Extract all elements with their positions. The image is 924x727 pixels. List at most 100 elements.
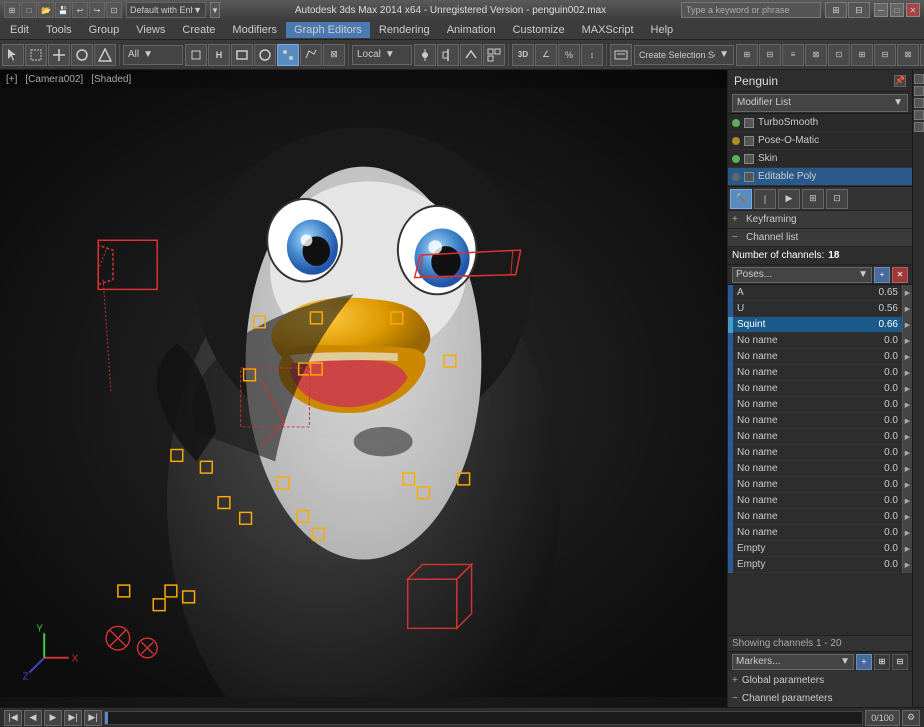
close-button[interactable]: ✕ [906, 3, 920, 17]
menu-edit[interactable]: Edit [2, 22, 37, 38]
extra-icon[interactable]: ⊡ [106, 2, 122, 18]
modifier-skin[interactable]: Skin [728, 150, 912, 168]
channel-arrow-7[interactable]: ▶ [902, 397, 912, 413]
menu-group[interactable]: Group [81, 22, 128, 38]
selection-filter-dropdown[interactable]: All ▼ [123, 45, 183, 65]
spinner-snap-btn[interactable]: ↕ [581, 44, 603, 66]
channel-arrow-17[interactable]: ▶ [902, 557, 912, 573]
markers-btn2[interactable]: ⊞ [874, 654, 890, 670]
tab-anim[interactable]: ▶ [778, 189, 800, 209]
open-icon[interactable]: 📂 [38, 2, 54, 18]
select-tool-btn[interactable] [2, 44, 24, 66]
rotate-btn[interactable] [71, 44, 93, 66]
layer-btn2[interactable]: ⊟ [759, 44, 781, 66]
select-object-btn[interactable] [185, 44, 207, 66]
channel-row-u[interactable]: U 0.56 ▶ [728, 301, 912, 317]
keyframing-expand[interactable]: + [732, 214, 742, 225]
menu-graph-editors[interactable]: Graph Editors [286, 22, 370, 38]
channel-arrow-1[interactable]: ▶ [902, 301, 912, 317]
layer-btn3[interactable]: ≡ [782, 44, 804, 66]
channel-row-a[interactable]: A 0.65 ▶ [728, 285, 912, 301]
far-right-btn2[interactable] [914, 86, 924, 96]
mod-checkbox[interactable] [744, 118, 754, 128]
poses-add-btn[interactable]: + [874, 267, 890, 283]
channel-row-5[interactable]: No name 0.0 ▶ [728, 365, 912, 381]
pin-icon[interactable]: 📌 [894, 75, 906, 87]
tab-hammer[interactable]: 🔨 [730, 189, 752, 209]
channel-arrow-3[interactable]: ▶ [902, 333, 912, 349]
layer-btn5[interactable]: ⊡ [828, 44, 850, 66]
tab-display[interactable]: | [754, 189, 776, 209]
channel-row-8[interactable]: No name 0.0 ▶ [728, 413, 912, 429]
tab-motion[interactable]: ⊡ [826, 189, 848, 209]
channel-row-12[interactable]: No name 0.0 ▶ [728, 477, 912, 493]
mirror-btn[interactable] [460, 44, 482, 66]
named-selection-icon[interactable] [610, 44, 632, 66]
ref-coord-dropdown[interactable]: Local ▼ [352, 45, 412, 65]
snap-3d-btn[interactable]: 3D [512, 44, 534, 66]
menu-customize[interactable]: Customize [505, 22, 573, 38]
undo-icon[interactable]: ↩ [72, 2, 88, 18]
window-cross-btn[interactable]: ⊠ [323, 44, 345, 66]
markers-add-btn[interactable]: + [856, 654, 872, 670]
channel-arrow-16[interactable]: ▶ [902, 541, 912, 557]
channel-arrow-9[interactable]: ▶ [902, 429, 912, 445]
rect-select-btn[interactable] [231, 44, 253, 66]
viewport[interactable]: [+] [Camera002] [Shaded] [0, 70, 727, 707]
modifier-editable-poly[interactable]: Editable Poly [728, 168, 912, 186]
redo-icon[interactable]: ↪ [89, 2, 105, 18]
channel-arrow-2[interactable]: ▶ [902, 317, 912, 333]
timeline-next-btn[interactable]: ▶| [64, 710, 82, 726]
mod-checkbox-2[interactable] [744, 136, 754, 146]
timeline-start-btn[interactable]: |◀ [4, 710, 22, 726]
channel-row-3[interactable]: No name 0.0 ▶ [728, 333, 912, 349]
far-right-btn5[interactable] [914, 122, 924, 132]
layer-btn6[interactable]: ⊞ [851, 44, 873, 66]
channel-arrow-11[interactable]: ▶ [902, 461, 912, 477]
menu-rendering[interactable]: Rendering [371, 22, 438, 38]
select-region-btn[interactable] [25, 44, 47, 66]
global-params-expand[interactable]: + [732, 675, 738, 686]
timeline-prev-btn[interactable]: ◀ [24, 710, 42, 726]
channel-row-6[interactable]: No name 0.0 ▶ [728, 381, 912, 397]
markers-dropdown[interactable]: Markers... ▼ [732, 654, 854, 670]
select-by-name-btn[interactable]: H [208, 44, 230, 66]
circ-select-btn[interactable] [254, 44, 276, 66]
pivot-btn[interactable] [414, 44, 436, 66]
search-box[interactable]: Type a keyword or phrase [681, 2, 821, 18]
minimize-button[interactable]: ─ [874, 3, 888, 17]
channel-row-13[interactable]: No name 0.0 ▶ [728, 493, 912, 509]
channel-arrow-8[interactable]: ▶ [902, 413, 912, 429]
channel-row-9[interactable]: No name 0.0 ▶ [728, 429, 912, 445]
channel-row-14[interactable]: No name 0.0 ▶ [728, 509, 912, 525]
layer-btn9[interactable]: ⊡ [920, 44, 924, 66]
mod-checkbox-4[interactable] [744, 172, 754, 182]
channel-arrow-0[interactable]: ▶ [902, 285, 912, 301]
channel-row-empty1[interactable]: Empty 0.0 ▶ [728, 541, 912, 557]
layer-btn7[interactable]: ⊟ [874, 44, 896, 66]
window-icon2[interactable]: ⊟ [848, 2, 870, 18]
array-btn[interactable] [483, 44, 505, 66]
poses-remove-btn[interactable]: ✕ [892, 267, 908, 283]
channel-arrow-12[interactable]: ▶ [902, 477, 912, 493]
channel-row-empty2[interactable]: Empty 0.0 ▶ [728, 557, 912, 573]
menu-tools[interactable]: Tools [38, 22, 80, 38]
channel-row-squint[interactable]: Squint 0.66 ▶ [728, 317, 912, 333]
paint-select-btn[interactable] [277, 44, 299, 66]
markers-btn3[interactable]: ⊟ [892, 654, 908, 670]
layer-btn4[interactable]: ⊠ [805, 44, 827, 66]
save-icon[interactable]: 💾 [55, 2, 71, 18]
profile-dropdown[interactable]: Default with Enhance ▼ [126, 2, 206, 18]
channel-row-10[interactable]: No name 0.0 ▶ [728, 445, 912, 461]
fence-select-btn[interactable] [300, 44, 322, 66]
channel-row-7[interactable]: No name 0.0 ▶ [728, 397, 912, 413]
timeline-play-btn[interactable]: ▶ [44, 710, 62, 726]
modifier-turbosooth[interactable]: TurboSmooth [728, 114, 912, 132]
menu-views[interactable]: Views [128, 22, 173, 38]
menu-animation[interactable]: Animation [439, 22, 504, 38]
channel-row-11[interactable]: No name 0.0 ▶ [728, 461, 912, 477]
profile-dropdown-arrow[interactable]: ▼ [210, 2, 220, 18]
align-btn[interactable] [437, 44, 459, 66]
tab-hierarchy[interactable]: ⊞ [802, 189, 824, 209]
channel-arrow-10[interactable]: ▶ [902, 445, 912, 461]
